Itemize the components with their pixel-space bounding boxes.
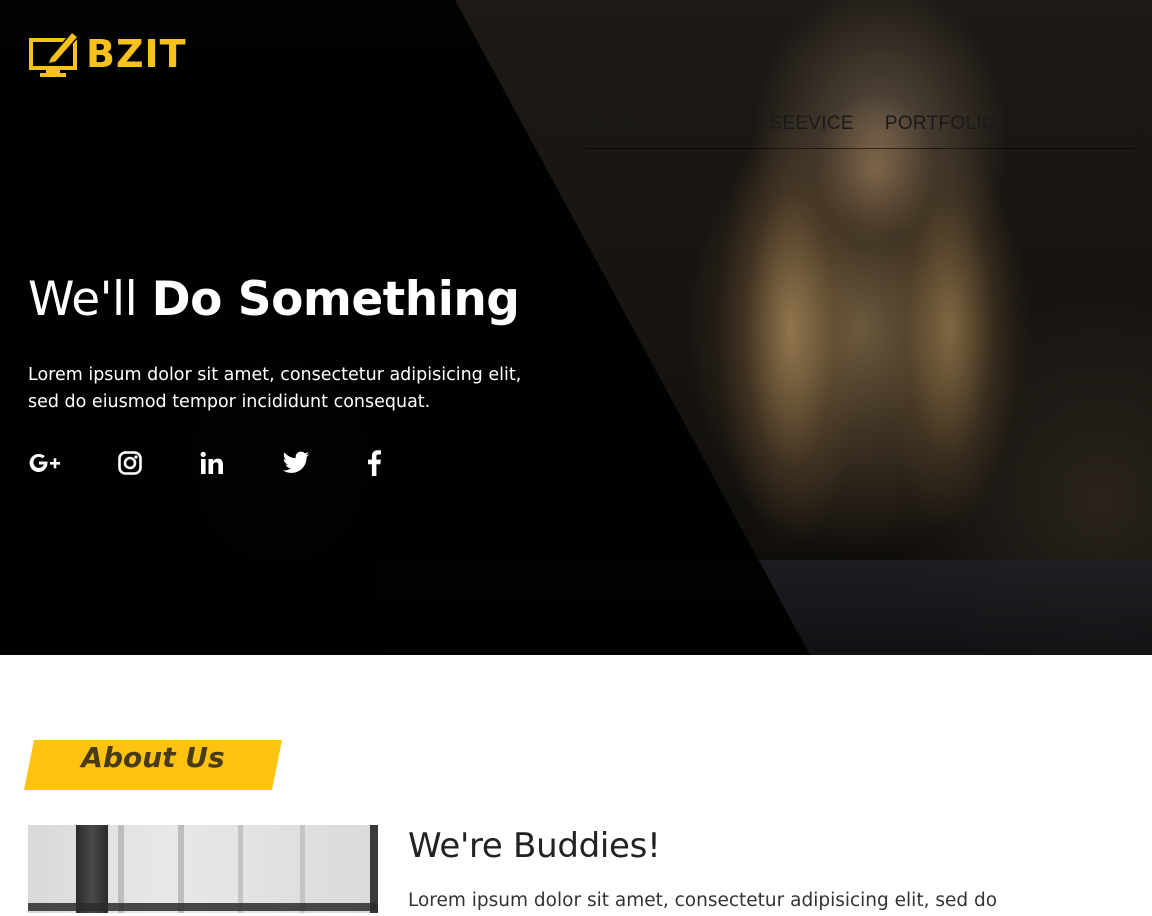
nav-home[interactable]: HOME <box>582 113 640 135</box>
linkedin-link[interactable] <box>200 448 224 478</box>
nav-service[interactable]: SEEVICE <box>769 113 853 135</box>
monitor-pen-icon <box>29 30 80 77</box>
hero-section: BZIT HOME ABOUT SEEVICE PORTFOLIO CONTUC… <box>0 0 1152 655</box>
linkedin-icon <box>200 451 223 474</box>
about-heading: We're Buddies! <box>408 826 661 866</box>
google-plus-icon <box>29 453 60 472</box>
hero-description-line2: sed do eiusmod tempor incididunt consequ… <box>28 392 431 412</box>
hero-title-bold: Do Something <box>151 272 520 327</box>
about-tag-background: About Us <box>24 740 282 790</box>
hero-description: Lorem ipsum dolor sit amet, consectetur … <box>28 362 528 416</box>
google-plus-link[interactable] <box>28 448 62 478</box>
nav-contact[interactable]: CONTUCT <box>1028 113 1123 135</box>
about-tag-label: About Us <box>81 741 225 774</box>
nav-about[interactable]: ABOUT <box>671 113 738 135</box>
hero-description-line1: Lorem ipsum dolor sit amet, consectetur … <box>28 365 522 385</box>
about-text: Lorem ipsum dolor sit amet, consectetur … <box>408 890 998 911</box>
nav-portfolio[interactable]: PORTFOLIO <box>885 113 997 135</box>
brand-name: BZIT <box>86 32 187 76</box>
instagram-link[interactable] <box>118 448 142 478</box>
hero-title: We'll Do Something <box>28 272 520 327</box>
facebook-icon <box>368 450 381 476</box>
main-nav: HOME ABOUT SEEVICE PORTFOLIO CONTUCT <box>582 100 1135 149</box>
instagram-icon <box>118 451 142 475</box>
hero-title-light: We'll <box>28 272 138 327</box>
twitter-icon <box>283 451 309 473</box>
facebook-link[interactable] <box>366 448 382 478</box>
about-image <box>28 825 378 913</box>
twitter-link[interactable] <box>282 448 310 478</box>
logo[interactable]: BZIT <box>28 28 198 80</box>
